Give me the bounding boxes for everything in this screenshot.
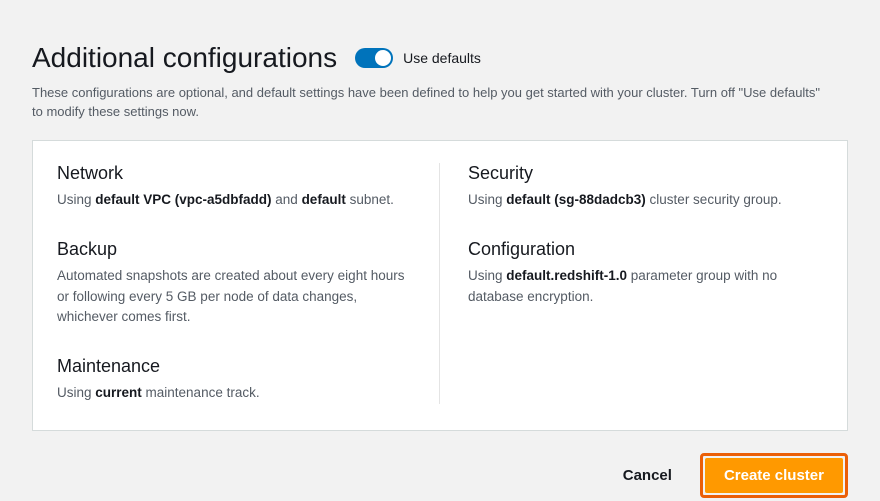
create-cluster-highlight: Create cluster: [700, 453, 848, 498]
maintenance-desc: Using current maintenance track.: [57, 383, 419, 404]
maintenance-block: Maintenance Using current maintenance tr…: [57, 356, 419, 404]
summary-column-left: Network Using default VPC (vpc-a5dbfadd)…: [57, 163, 440, 405]
footer-actions: Cancel Create cluster: [32, 453, 848, 498]
security-block: Security Using default (sg-88dadcb3) clu…: [468, 163, 823, 211]
default-subnet-value: default: [302, 192, 346, 207]
summary-column-right: Security Using default (sg-88dadcb3) clu…: [440, 163, 823, 405]
default-vpc-value: default VPC (vpc-a5dbfadd): [95, 192, 271, 207]
security-title: Security: [468, 163, 823, 184]
network-block: Network Using default VPC (vpc-a5dbfadd)…: [57, 163, 419, 211]
additional-configurations-header: Additional configurations Use defaults: [32, 0, 848, 74]
use-defaults-toggle[interactable]: [355, 48, 393, 68]
backup-block: Backup Automated snapshots are created a…: [57, 239, 419, 329]
text: Using: [57, 192, 95, 207]
use-defaults-toggle-wrap: Use defaults: [355, 48, 481, 68]
text: subnet.: [346, 192, 394, 207]
configuration-summary-card: Network Using default VPC (vpc-a5dbfadd)…: [32, 140, 848, 432]
text: maintenance track.: [142, 385, 260, 400]
maintenance-track-value: current: [95, 385, 142, 400]
section-title: Additional configurations: [32, 42, 337, 74]
use-defaults-label: Use defaults: [403, 50, 481, 66]
text: Using: [468, 268, 506, 283]
configuration-title: Configuration: [468, 239, 823, 260]
configuration-block: Configuration Using default.redshift-1.0…: [468, 239, 823, 308]
security-group-value: default (sg-88dadcb3): [506, 192, 646, 207]
network-desc: Using default VPC (vpc-a5dbfadd) and def…: [57, 190, 419, 211]
parameter-group-value: default.redshift-1.0: [506, 268, 627, 283]
text: Using: [468, 192, 506, 207]
maintenance-title: Maintenance: [57, 356, 419, 377]
section-description: These configurations are optional, and d…: [32, 84, 822, 122]
backup-title: Backup: [57, 239, 419, 260]
text: cluster security group.: [646, 192, 782, 207]
network-title: Network: [57, 163, 419, 184]
create-cluster-button[interactable]: Create cluster: [705, 458, 843, 493]
backup-desc: Automated snapshots are created about ev…: [57, 266, 419, 329]
text: and: [272, 192, 302, 207]
configuration-desc: Using default.redshift-1.0 parameter gro…: [468, 266, 823, 308]
security-desc: Using default (sg-88dadcb3) cluster secu…: [468, 190, 823, 211]
cancel-button[interactable]: Cancel: [605, 457, 690, 494]
text: Using: [57, 385, 95, 400]
